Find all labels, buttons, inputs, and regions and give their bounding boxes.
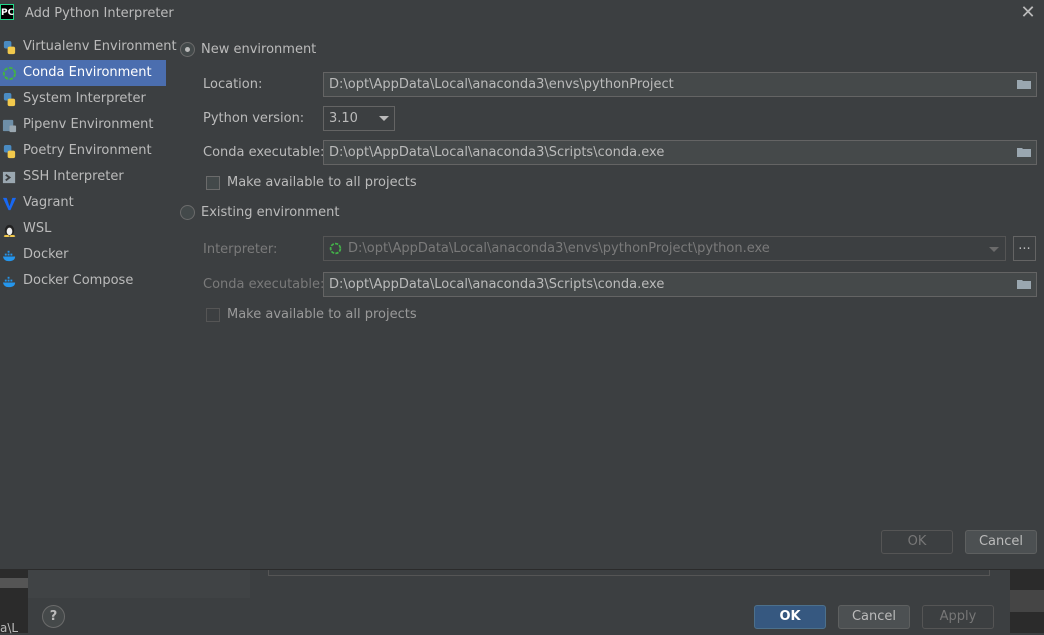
sidebar-item-label: Conda Environment	[23, 65, 152, 80]
radio-button[interactable]	[180, 205, 195, 220]
terminal-icon	[2, 171, 16, 184]
python-icon	[3, 40, 16, 55]
sidebar-item-vagrant[interactable]: Vagrant	[0, 190, 166, 216]
ok-button[interactable]: OK	[881, 530, 953, 554]
linux-icon	[3, 224, 16, 237]
cancel-button[interactable]: Cancel	[965, 530, 1037, 554]
pycharm-logo-icon: PC	[0, 4, 14, 20]
sidebar-item-pipenv[interactable]: Pipenv Environment	[0, 112, 166, 138]
parent-right-strip-bar	[1010, 590, 1044, 612]
conda-executable-field[interactable]: D:\opt\AppData\Local\anaconda3\Scripts\c…	[323, 140, 1037, 165]
location-value: D:\opt\AppData\Local\anaconda3\envs\pyth…	[329, 77, 674, 92]
checkbox-label: Make available to all projects	[227, 307, 417, 322]
make-available-checkbox[interactable]	[206, 176, 220, 190]
folder-icon[interactable]	[1017, 279, 1032, 290]
existing-conda-executable-field[interactable]: D:\opt\AppData\Local\anaconda3\Scripts\c…	[323, 272, 1037, 297]
sidebar-item-label: Poetry Environment	[23, 143, 152, 158]
folder-icon[interactable]	[1017, 147, 1032, 158]
radio-label: Existing environment	[201, 205, 340, 220]
parent-left-strip-bar	[0, 578, 28, 588]
sidebar-item-docker-compose[interactable]: Docker Compose	[0, 268, 166, 294]
python-icon	[3, 92, 16, 107]
parent-settings-dialog: ? a\L OK Cancel Apply	[0, 570, 1044, 635]
sidebar-item-label: Virtualenv Environment	[23, 39, 177, 54]
interpreter-value: D:\opt\AppData\Local\anaconda3\envs\pyth…	[348, 241, 770, 256]
sidebar-item-label: System Interpreter	[23, 91, 146, 106]
vagrant-icon	[2, 197, 17, 211]
poetry-icon	[3, 144, 16, 159]
radio-label: New environment	[201, 42, 317, 57]
sidebar-item-label: Docker	[23, 247, 69, 262]
sidebar-item-virtualenv[interactable]: Virtualenv Environment	[0, 34, 177, 60]
parent-inner-panel	[268, 570, 990, 576]
parent-apply-button[interactable]: Apply	[922, 605, 994, 629]
existing-conda-executable-label: Conda executable:	[203, 277, 325, 292]
parent-cancel-button[interactable]: Cancel	[838, 605, 910, 629]
conda-icon	[329, 242, 342, 255]
folder-icon[interactable]	[1017, 79, 1032, 90]
help-button[interactable]: ?	[42, 605, 65, 628]
conda-executable-value: D:\opt\AppData\Local\anaconda3\Scripts\c…	[329, 145, 665, 160]
docker-icon	[2, 276, 16, 288]
sidebar-item-label: Pipenv Environment	[23, 117, 154, 132]
dialog-title: Add Python Interpreter	[25, 6, 174, 21]
python-version-label: Python version:	[203, 111, 305, 126]
sidebar-item-conda[interactable]: Conda Environment	[0, 60, 166, 86]
sidebar-item-system[interactable]: System Interpreter	[0, 86, 166, 112]
conda-executable-value: D:\opt\AppData\Local\anaconda3\Scripts\c…	[329, 277, 665, 292]
location-field[interactable]: D:\opt\AppData\Local\anaconda3\envs\pyth…	[323, 72, 1037, 97]
conda-icon	[2, 66, 17, 81]
sidebar-item-ssh[interactable]: SSH Interpreter	[0, 164, 166, 190]
sidebar-item-label: WSL	[23, 221, 52, 236]
add-python-interpreter-dialog: PC Add Python Interpreter ✕ Virtualenv E…	[0, 0, 1044, 570]
chevron-down-icon	[379, 116, 389, 121]
parent-sidebar	[28, 570, 250, 598]
pipenv-icon	[2, 119, 17, 133]
title-bar: PC Add Python Interpreter ✕	[0, 0, 1044, 28]
python-version-dropdown[interactable]: 3.10	[323, 106, 395, 131]
interpreter-label: Interpreter:	[203, 242, 278, 257]
sidebar-item-docker[interactable]: Docker	[0, 242, 166, 268]
browse-interpreter-button[interactable]: ...	[1013, 236, 1036, 261]
chevron-down-icon	[989, 247, 999, 252]
sidebar-item-poetry[interactable]: Poetry Environment	[0, 138, 166, 164]
sidebar-item-label: SSH Interpreter	[23, 169, 124, 184]
sidebar-item-label: Docker Compose	[23, 273, 134, 288]
close-icon[interactable]: ✕	[1018, 2, 1038, 24]
docker-icon	[2, 250, 16, 262]
interpreter-dropdown[interactable]: D:\opt\AppData\Local\anaconda3\envs\pyth…	[323, 236, 1006, 261]
sidebar-item-wsl[interactable]: WSL	[0, 216, 166, 242]
sidebar-item-label: Vagrant	[23, 195, 74, 210]
conda-executable-label: Conda executable:	[203, 145, 325, 160]
parent-ok-button[interactable]: OK	[754, 605, 826, 629]
checkbox-label: Make available to all projects	[227, 175, 417, 190]
interpreter-settings-panel: New environment Location: D:\opt\AppData…	[166, 34, 1044, 534]
location-label: Location:	[203, 77, 263, 92]
interpreter-type-sidebar: Virtualenv Environment Conda Environment…	[0, 34, 177, 294]
python-version-value: 3.10	[329, 111, 358, 126]
make-available-checkbox[interactable]	[206, 308, 220, 322]
radio-button[interactable]	[180, 42, 195, 57]
